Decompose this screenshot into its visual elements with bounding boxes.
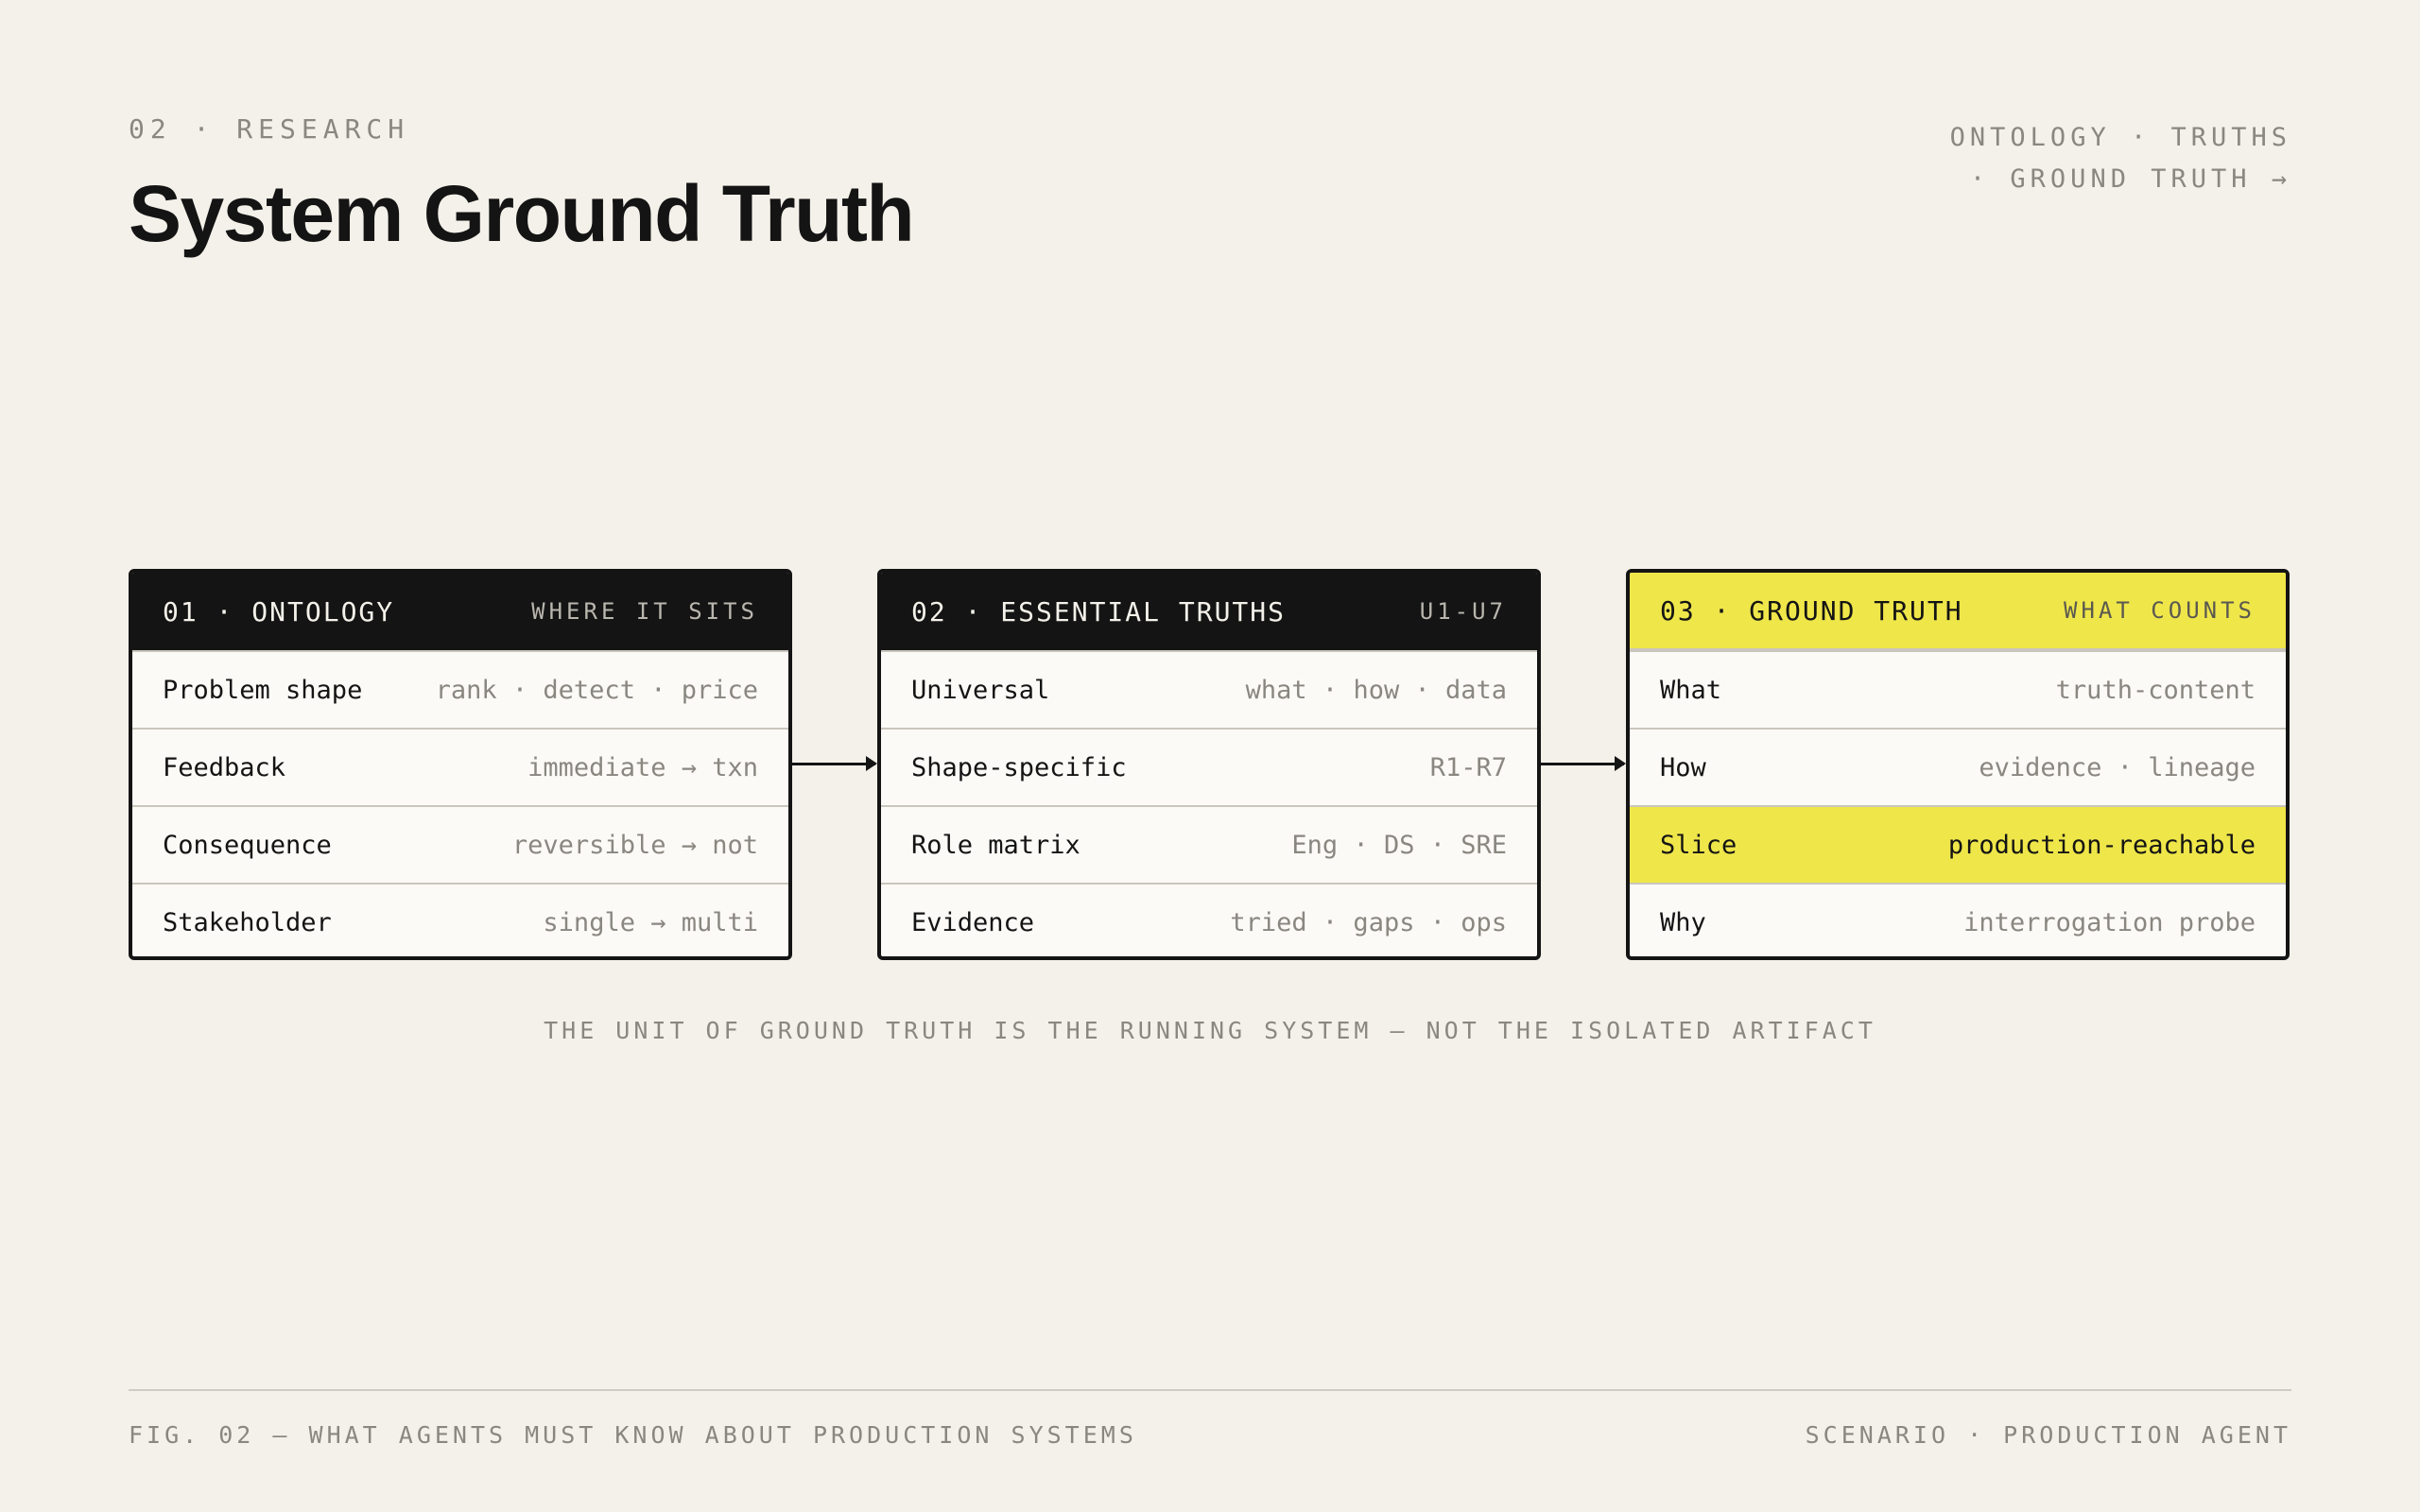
row-value: interrogation probe bbox=[1963, 907, 2256, 937]
row-value: evidence · lineage bbox=[1979, 752, 2256, 782]
breadcrumb: ONTOLOGY · TRUTHS · GROUND TRUTH → bbox=[1950, 117, 2291, 200]
row-key: Consequence bbox=[163, 830, 332, 860]
row-key: Shape-specific bbox=[911, 752, 1127, 782]
table-row: Universal what · how · data bbox=[881, 650, 1537, 728]
scenario-label: SCENARIO · PRODUCTION AGENT bbox=[1805, 1421, 2291, 1449]
arrow-connector-2 bbox=[1541, 756, 1626, 771]
table-row: What truth-content bbox=[1630, 650, 2286, 728]
row-key: Stakeholder bbox=[163, 907, 332, 937]
row-value: reversible → not bbox=[511, 830, 758, 860]
table-row: Feedback immediate → txn bbox=[132, 728, 788, 805]
row-key: Role matrix bbox=[911, 830, 1080, 860]
row-value: immediate → txn bbox=[527, 752, 758, 782]
row-value: R1-R7 bbox=[1429, 752, 1507, 782]
table-row: Problem shape rank · detect · price bbox=[132, 650, 788, 728]
table-row: Why interrogation probe bbox=[1630, 883, 2286, 956]
row-key: How bbox=[1660, 752, 1706, 782]
ground-truth-card-title: 03 · GROUND TRUTH bbox=[1660, 594, 1963, 627]
table-row: Stakeholder single → multi bbox=[132, 883, 788, 956]
table-row: How evidence · lineage bbox=[1630, 728, 2286, 805]
breadcrumb-line-2: · GROUND TRUTH → bbox=[1969, 164, 2291, 194]
row-key: Slice bbox=[1660, 830, 1737, 860]
table-row: Role matrix Eng · DS · SRE bbox=[881, 805, 1537, 883]
table-row: Shape-specific R1-R7 bbox=[881, 728, 1537, 805]
ground-truth-card-header: 03 · GROUND TRUTH WHAT COUNTS bbox=[1630, 573, 2286, 650]
ontology-card: 01 · ONTOLOGY WHERE IT SITS Problem shap… bbox=[129, 569, 792, 960]
row-key: Universal bbox=[911, 675, 1050, 705]
table-row: Evidence tried · gaps · ops bbox=[881, 883, 1537, 956]
row-value: rank · detect · price bbox=[435, 675, 758, 705]
row-key: Problem shape bbox=[163, 675, 363, 705]
breadcrumb-line-1: ONTOLOGY · TRUTHS bbox=[1949, 123, 2291, 152]
ground-truth-card-tag: WHAT COUNTS bbox=[2064, 597, 2256, 624]
essential-truths-card: 02 · ESSENTIAL TRUTHS U1-U7 Universal wh… bbox=[877, 569, 1541, 960]
figure-label: FIG. 02 — WHAT AGENTS MUST KNOW ABOUT PR… bbox=[129, 1421, 1137, 1449]
row-key: Why bbox=[1660, 907, 1706, 937]
diagram-caption: THE UNIT OF GROUND TRUTH IS THE RUNNING … bbox=[544, 1017, 1876, 1044]
ground-truth-card: 03 · GROUND TRUTH WHAT COUNTS What truth… bbox=[1626, 569, 2290, 960]
row-value: what · how · data bbox=[1245, 675, 1507, 705]
row-key: Evidence bbox=[911, 907, 1035, 937]
arrow-connector-1 bbox=[792, 756, 877, 771]
row-value: tried · gaps · ops bbox=[1230, 907, 1507, 937]
section-eyebrow: 02 · RESEARCH bbox=[129, 113, 410, 145]
row-key: Feedback bbox=[163, 752, 286, 782]
table-row-highlighted: Slice production-reachable bbox=[1630, 805, 2286, 883]
ontology-card-tag: WHERE IT SITS bbox=[531, 598, 758, 625]
essential-truths-card-header: 02 · ESSENTIAL TRUTHS U1-U7 bbox=[881, 573, 1537, 650]
essential-truths-card-title: 02 · ESSENTIAL TRUTHS bbox=[911, 595, 1287, 627]
ontology-card-title: 01 · ONTOLOGY bbox=[163, 595, 395, 627]
footer-divider bbox=[129, 1389, 2291, 1391]
table-row: Consequence reversible → not bbox=[132, 805, 788, 883]
row-value: Eng · DS · SRE bbox=[1291, 830, 1507, 860]
row-key: What bbox=[1660, 675, 1722, 705]
page-title: System Ground Truth bbox=[129, 169, 915, 258]
essential-truths-card-tag: U1-U7 bbox=[1419, 598, 1507, 625]
row-value: truth-content bbox=[2055, 675, 2256, 705]
ontology-card-header: 01 · ONTOLOGY WHERE IT SITS bbox=[132, 573, 788, 650]
row-value: single → multi bbox=[543, 907, 758, 937]
row-value: production-reachable bbox=[1947, 830, 2256, 860]
